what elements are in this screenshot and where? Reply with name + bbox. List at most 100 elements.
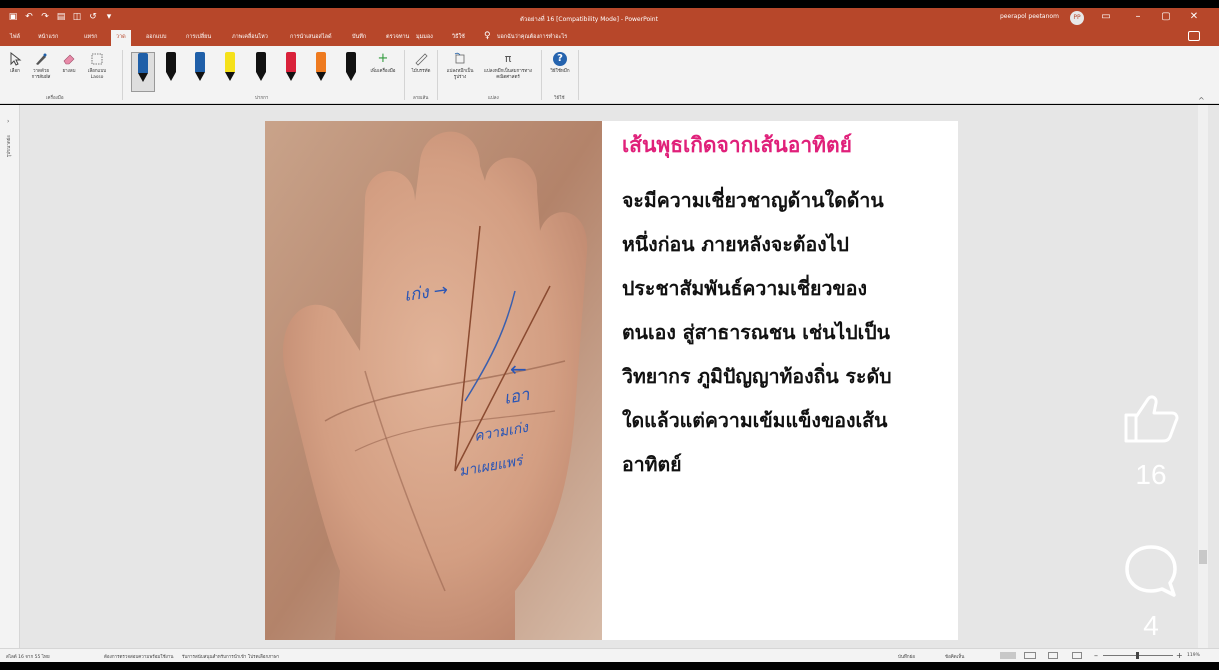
close-icon[interactable]: ✕ (1188, 11, 1200, 22)
lasso-select-button[interactable]: เลือกแบบ Lasso (86, 52, 108, 81)
ink-to-shape-button[interactable]: แปลงหมึกเป็นรูปร่าง (445, 52, 475, 81)
select-tool-label: เลือก (10, 69, 20, 74)
tab-draw[interactable]: วาด (111, 30, 131, 46)
vertical-scrollbar[interactable] (1198, 105, 1208, 648)
highlighter-yellow-body (225, 52, 235, 72)
tab-design[interactable]: ออกแบบ (146, 33, 166, 41)
ink-help-label: วิธีใช้หมึก (550, 69, 570, 74)
draw-with-touch-button[interactable]: วาดด้วยการสัมผัส (30, 52, 52, 81)
expand-thumbnails-icon[interactable]: › (7, 118, 9, 125)
normal-view-icon[interactable] (1000, 652, 1016, 659)
eraser-button[interactable]: ยางลบ (58, 52, 80, 75)
plus-icon: + (377, 51, 389, 66)
customize-qat-icon[interactable]: ▾ (104, 12, 114, 23)
zoom-slider-thumb[interactable] (1136, 652, 1139, 659)
tab-help[interactable]: วิธีใช้ (452, 33, 465, 41)
highlighter-yellow-tip (225, 72, 235, 81)
cursor-icon (10, 52, 22, 66)
tab-insert[interactable]: แทรก (84, 33, 97, 41)
slide-sorter-icon[interactable] (1024, 652, 1036, 659)
print-preview-icon[interactable]: ◫ (72, 12, 82, 23)
pen-2-tip (166, 72, 176, 81)
pen-orange-tip (316, 72, 326, 81)
pen-orange-body (316, 52, 326, 72)
tell-me-search[interactable]: บอกฉันว่าคุณต้องการทำอะไร (497, 33, 567, 41)
ruler-button[interactable]: ไม้บรรทัด (410, 52, 432, 75)
minimize-icon[interactable]: – (1132, 11, 1144, 22)
body-line: วิทยากร ภูมิปัญญาท้องถิ่น ระดับ (622, 365, 892, 388)
pen-orange[interactable] (312, 52, 330, 84)
pen-1[interactable] (131, 52, 155, 92)
undo-icon[interactable]: ↶ (24, 12, 34, 23)
tab-animations[interactable]: ภาพเคลื่อนไหว (232, 33, 268, 41)
comments-icon[interactable] (1188, 31, 1200, 41)
scrollbar-thumb[interactable] (1199, 550, 1207, 564)
collapse-ribbon-icon[interactable]: ^ (1198, 96, 1205, 105)
help-group-label: วิธีใช้ (554, 96, 565, 101)
pen-3[interactable] (191, 52, 209, 84)
tab-home[interactable]: หน้าแรก (38, 33, 58, 41)
lasso-icon (91, 53, 103, 65)
tab-view[interactable]: มุมมอง (416, 33, 433, 41)
like-icon[interactable] (1122, 393, 1180, 445)
tab-review[interactable]: ตรวจทาน (386, 33, 409, 41)
start-from-beginning-icon[interactable]: ▤ (56, 12, 66, 23)
body-line: หนึ่งก่อน ภายหลังจะต้องไป (622, 233, 849, 256)
undo-dropdown-icon[interactable]: ↺ (88, 12, 98, 23)
powerpoint-window: ▣ ↶ ↷ ▤ ◫ ↺ ▾ ตัวอย่างที่ 16 [Compatibil… (0, 0, 1219, 670)
title-bar: ▣ ↶ ↷ ▤ ◫ ↺ ▾ ตัวอย่างที่ 16 [Compatibil… (0, 8, 1219, 28)
comment-count: 4 (1143, 610, 1159, 641)
highlighter-yellow[interactable] (221, 52, 239, 84)
tab-transitions[interactable]: การเปลี่ยน (186, 33, 211, 41)
zoom-in-icon[interactable]: + (1176, 651, 1183, 660)
ink-to-math-button[interactable]: π แปลงหมึกเป็นสมการทางคณิตศาสตร์ (480, 52, 536, 81)
add-pen-button[interactable]: + เพิ่มเครื่องมือ (368, 52, 398, 75)
restore-icon[interactable]: ▢ (1160, 11, 1172, 22)
redo-icon[interactable]: ↷ (40, 12, 50, 23)
tab-file[interactable]: ไฟล์ (10, 33, 20, 41)
pen-2-body (166, 52, 176, 72)
lightbulb-icon: ♀ (484, 31, 491, 41)
ribbon-display-options-icon[interactable]: ▭ (1100, 11, 1112, 22)
ink-help-button[interactable]: ? วิธีใช้หมึก (549, 52, 571, 75)
thumbnail-pane-collapsed[interactable]: › รูปขนาดย่อ (0, 105, 20, 648)
zoom-level[interactable]: 119% (1187, 653, 1200, 658)
pen-5[interactable] (252, 52, 270, 84)
slideshow-view-icon[interactable] (1072, 652, 1082, 659)
accessibility-check[interactable]: ต้องการตรวจสอบความพร้อมใช้งาน (104, 653, 173, 660)
slide-counter: สไลด์ 16 จาก 55 ไทย (6, 655, 50, 660)
ink-to-shape-label: แปลงหมึกเป็นรูปร่าง (446, 69, 474, 80)
draw-with-touch-label: วาดด้วยการสัมผัส (31, 69, 51, 80)
avatar[interactable]: PP (1070, 11, 1084, 25)
slide-editor: › รูปขนาดย่อ เก่ง → ← เอา ความเก่ง มาเผย… (0, 105, 1219, 648)
slide-title[interactable]: เส้นพุธเกิดจากเส้นอาทิตย์ (622, 131, 952, 159)
comment-icon[interactable] (1122, 543, 1180, 599)
ink-to-shape-icon (454, 52, 465, 64)
stencils-group-label: ลายเส้น (413, 96, 429, 101)
ribbon-separator (541, 50, 542, 100)
save-icon[interactable]: ▣ (8, 12, 18, 23)
pen-3-tip (195, 72, 205, 81)
reading-view-icon[interactable] (1048, 652, 1058, 659)
ribbon-separator (404, 50, 405, 100)
pen-red[interactable] (282, 52, 300, 84)
comments-button[interactable]: ข้อคิดเห็น (945, 653, 964, 660)
ribbon-separator (437, 50, 438, 100)
ribbon-separator (122, 50, 123, 100)
notes-button[interactable]: บันทึกย่อ (898, 653, 915, 660)
palm-photo[interactable]: เก่ง → ← เอา ความเก่ง มาเผยแพร่ (265, 121, 602, 640)
pen-5-body (256, 52, 266, 72)
status-tip: รับการสนับสนุนสำหรับการนำเข้า โปรดเลือกภ… (182, 655, 280, 660)
tab-slideshow[interactable]: การนำเสนอสไลด์ (290, 33, 332, 41)
slide[interactable]: เก่ง → ← เอา ความเก่ง มาเผยแพร่ เส้นพุธเ… (265, 121, 958, 640)
zoom-out-icon[interactable]: – (1094, 651, 1098, 660)
select-tool-button[interactable]: เลือก (4, 52, 26, 75)
slide-body[interactable]: จะมีความเชี่ยวชาญด้านใดด้าน หนึ่งก่อน ภา… (622, 179, 952, 487)
user-name[interactable]: peerapol peetanom (1000, 13, 1059, 20)
tab-record[interactable]: บันทึก (352, 33, 366, 41)
pen-2[interactable] (162, 52, 180, 84)
pen-1-body (138, 53, 148, 73)
document-title: ตัวอย่างที่ 16 [Compatibility Mode] - Po… (520, 16, 658, 23)
pen-8[interactable] (342, 52, 360, 84)
pen-red-tip (286, 72, 296, 81)
